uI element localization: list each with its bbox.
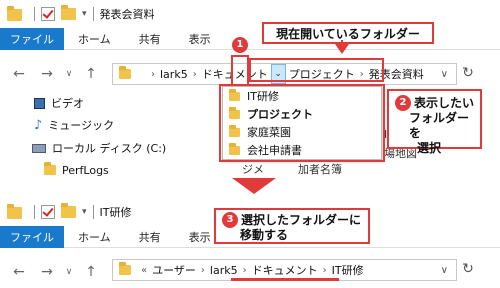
highlight-dropdown-button	[231, 55, 249, 86]
breadcrumb-lark5[interactable]: lark5	[157, 68, 191, 81]
step-number-1: 1	[232, 37, 248, 53]
bottom-explorer-window: ▾ IT研修 ファイル ホーム 共有 表示 ← → ∨ ↑ « ユーザー › l…	[0, 198, 500, 287]
chevron-right-icon[interactable]: ›	[149, 69, 157, 80]
step-number-3: 3	[222, 212, 238, 228]
up-arrow-icon[interactable]: ↑	[82, 66, 100, 82]
callout-select-line3: 選択	[417, 141, 442, 155]
window-title: 発表会資料	[99, 8, 155, 21]
ribbon-tab-share[interactable]: 共有	[125, 229, 175, 245]
callout-moved-line1: 選択したフォルダーに	[241, 212, 362, 227]
transition-arrow-icon	[232, 178, 276, 194]
callout-select-line2: フォルダーを	[409, 111, 470, 140]
callout-select-line1: 表示したい	[414, 95, 475, 110]
sidebar-item-music[interactable]: ♪ ミュージック	[30, 113, 180, 137]
breadcrumb-it-training[interactable]: IT研修	[329, 262, 367, 278]
properties-icon[interactable]	[41, 205, 55, 219]
folder-icon	[119, 262, 131, 275]
highlight-new-path-underline	[231, 278, 339, 281]
highlight-dropdown-list	[219, 84, 385, 162]
file-list-item-partial[interactable]: 加者名簿	[298, 161, 342, 177]
sidebar-item-local-disk[interactable]: ローカル ディスク (C:)	[30, 137, 180, 159]
folder-icon	[7, 6, 23, 22]
navigation-pane: ビデオ ♪ ミュージック ローカル ディスク (C:) PerfLogs	[30, 93, 180, 181]
recent-locations-icon[interactable]: ∨	[60, 69, 78, 79]
step-number-2: 2	[395, 95, 411, 111]
title-divider	[92, 205, 94, 219]
chevron-right-icon[interactable]: ›	[321, 265, 329, 276]
chevron-right-icon[interactable]: ›	[191, 69, 199, 80]
new-folder-icon[interactable]	[61, 203, 76, 218]
window-title: IT研修	[99, 206, 132, 219]
breadcrumb-users[interactable]: ユーザー	[149, 262, 199, 278]
refresh-icon[interactable]: ↻	[458, 65, 478, 81]
forward-arrow-icon[interactable]: →	[38, 66, 56, 82]
chevron-right-icon[interactable]: ›	[199, 265, 207, 276]
new-folder-icon[interactable]	[61, 5, 76, 20]
file-list-header-ellipsis: ジメ	[242, 163, 264, 176]
title-divider	[34, 205, 35, 219]
music-icon: ♪	[34, 117, 43, 133]
sidebar-item-perflogs[interactable]: PerfLogs	[30, 159, 180, 181]
callout-current-folder-text: 現在開いているフォルダー	[276, 26, 420, 41]
callout-moved-to-folder: 3 選択したフォルダーに 移動する	[214, 208, 370, 244]
top-explorer-window: ▾ 発表会資料 ファイル ホーム 共有 表示 ← → ∨ ↑ › lark5 ›…	[0, 0, 500, 178]
callout-moved-line2: 移動する	[240, 228, 289, 242]
bottom-address-row: ← → ∨ ↑ « ユーザー › lark5 › ドキュメント › IT研修 ∨…	[0, 256, 500, 288]
title-divider	[34, 7, 35, 21]
refresh-icon[interactable]: ↻	[458, 261, 478, 277]
ribbon-tab-home[interactable]: ホーム	[64, 31, 125, 47]
quick-access-dropdown-icon[interactable]: ▾	[82, 207, 87, 217]
forward-arrow-icon[interactable]: →	[38, 264, 56, 280]
back-arrow-icon[interactable]: ←	[10, 66, 28, 82]
sidebar-item-videos[interactable]: ビデオ	[30, 93, 180, 113]
ribbon-tab-view[interactable]: 表示	[175, 31, 225, 47]
callout-pointer-line	[341, 40, 343, 48]
back-arrow-icon[interactable]: ←	[10, 264, 28, 280]
address-history-dropdown-icon[interactable]: ∨	[441, 69, 448, 80]
callout-current-folder: 現在開いているフォルダー	[262, 22, 434, 44]
quick-access-dropdown-icon[interactable]: ▾	[82, 9, 87, 19]
recent-locations-icon[interactable]: ∨	[60, 267, 78, 277]
folder-icon	[7, 204, 23, 220]
title-divider	[92, 7, 94, 21]
sidebar-item-label: PerfLogs	[62, 163, 109, 177]
sidebar-item-label: ミュージック	[48, 119, 115, 132]
properties-icon[interactable]	[41, 7, 55, 21]
ribbon-tab-share[interactable]: 共有	[125, 31, 175, 47]
ribbon-file-tab[interactable]: ファイル	[0, 27, 64, 50]
drive-icon	[32, 143, 46, 153]
highlight-current-path	[249, 58, 384, 82]
breadcrumb-documents[interactable]: ドキュメント	[249, 262, 321, 278]
folder-icon	[44, 162, 56, 175]
ribbon-file-tab[interactable]: ファイル	[0, 225, 64, 248]
chevron-right-icon[interactable]: ›	[241, 265, 249, 276]
up-arrow-icon[interactable]: ↑	[82, 264, 100, 280]
sidebar-item-label: ローカル ディスク (C:)	[52, 142, 167, 155]
ribbon-tab-home[interactable]: ホーム	[64, 229, 125, 245]
address-history-dropdown-icon[interactable]: ∨	[441, 265, 448, 276]
callout-select-folder: 2 表示したい フォルダーを 選択	[387, 89, 482, 155]
sidebar-item-label: ビデオ	[51, 97, 84, 110]
video-icon	[34, 97, 45, 109]
folder-icon	[119, 66, 131, 79]
overflow-chevron-icon[interactable]: «	[139, 265, 149, 276]
breadcrumb-lark5[interactable]: lark5	[207, 264, 241, 277]
